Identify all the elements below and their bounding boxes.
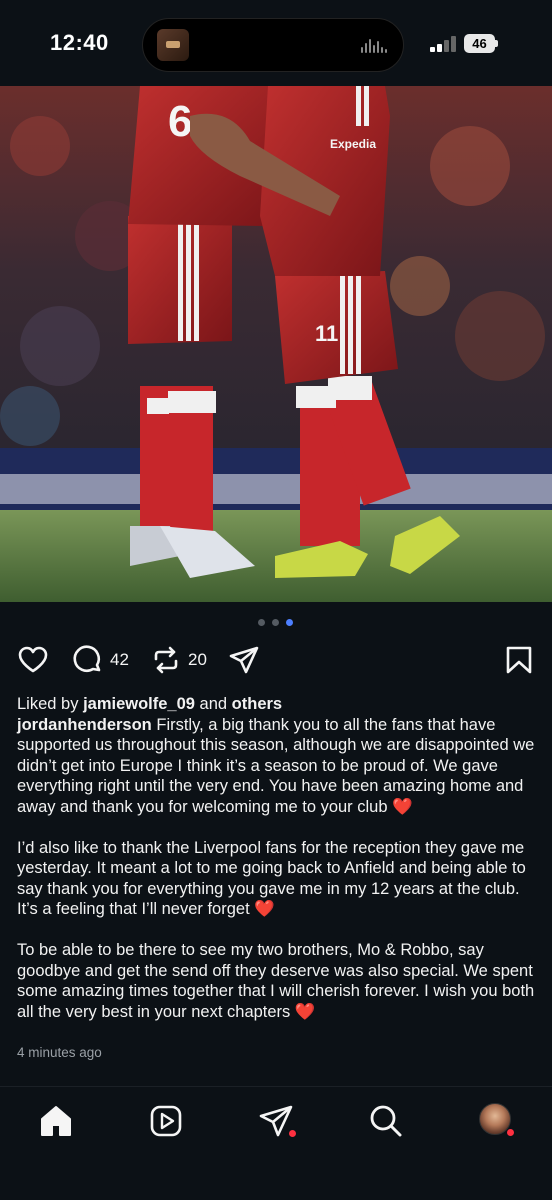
nav-home[interactable] [38,1103,74,1139]
post-actions: 42 20 [0,640,552,680]
status-time: 12:40 [50,30,109,55]
audio-wave-icon [361,39,391,53]
nav-search[interactable] [368,1103,404,1139]
carousel-dot [258,619,265,626]
notification-dot [506,1128,515,1137]
carousel-dot [272,619,279,626]
comment-icon [73,645,101,673]
share-button[interactable] [228,644,260,676]
battery-icon: 46 [464,34,498,53]
svg-text:11: 11 [315,321,338,346]
repost-button[interactable]: 20 [150,644,207,676]
liked-by-prefix: Liked by [17,695,79,713]
repost-icon [154,646,178,674]
caption-paragraph-2: I’d also like to thank the Liverpool fan… [17,838,537,920]
save-button[interactable] [503,644,535,676]
svg-text:Expedia: Expedia [330,137,376,151]
bookmark-icon [506,646,532,674]
search-icon [370,1105,402,1137]
heart-emoji-icon: ❤️ [294,1002,316,1021]
heart-emoji-icon: ❤️ [392,797,413,816]
send-icon [229,646,259,674]
post-timestamp: 4 minutes ago [17,1045,102,1060]
post-caption: Liked by jamiewolfe_09 and others jordan… [17,694,537,1043]
liked-by-joiner: and [199,695,228,713]
signal-icon [430,36,458,52]
post-photo[interactable]: 6 11 Expedia [0,86,552,602]
reposts-count: 20 [188,650,207,669]
caption-paragraph-1: jordanhenderson Firstly, a big thank you… [17,715,537,818]
status-bar: 12:40 46 [0,0,552,86]
comment-button[interactable]: 42 [72,644,129,676]
dynamic-island[interactable] [142,18,404,72]
liked-by-username[interactable]: jamiewolfe_09 [83,695,195,713]
liked-by-others-link[interactable]: others [232,695,282,713]
carousel-indicator [258,619,294,627]
bottom-nav [0,1086,552,1200]
home-icon [41,1106,71,1136]
like-button[interactable] [17,644,49,676]
caption-paragraph-3: To be able to be there to see my two bro… [17,940,537,1022]
caption-text-3: To be able to be there to see my two bro… [17,941,535,1021]
now-playing-thumbnail [157,29,189,61]
heart-icon [18,646,48,673]
nav-messages[interactable] [258,1103,297,1139]
liked-by-line: Liked by jamiewolfe_09 and others [17,694,537,715]
svg-text:6: 6 [168,97,192,146]
comments-count: 42 [110,650,129,669]
battery-level: 46 [464,34,495,53]
reels-icon [150,1105,182,1137]
heart-emoji-icon: ❤️ [254,900,275,918]
carousel-dot-active [286,619,293,626]
nav-reels[interactable] [148,1103,184,1139]
post-photo-illustration: 6 11 Expedia [0,86,552,602]
notification-dot [288,1129,297,1138]
author-username[interactable]: jordanhenderson [17,716,152,734]
